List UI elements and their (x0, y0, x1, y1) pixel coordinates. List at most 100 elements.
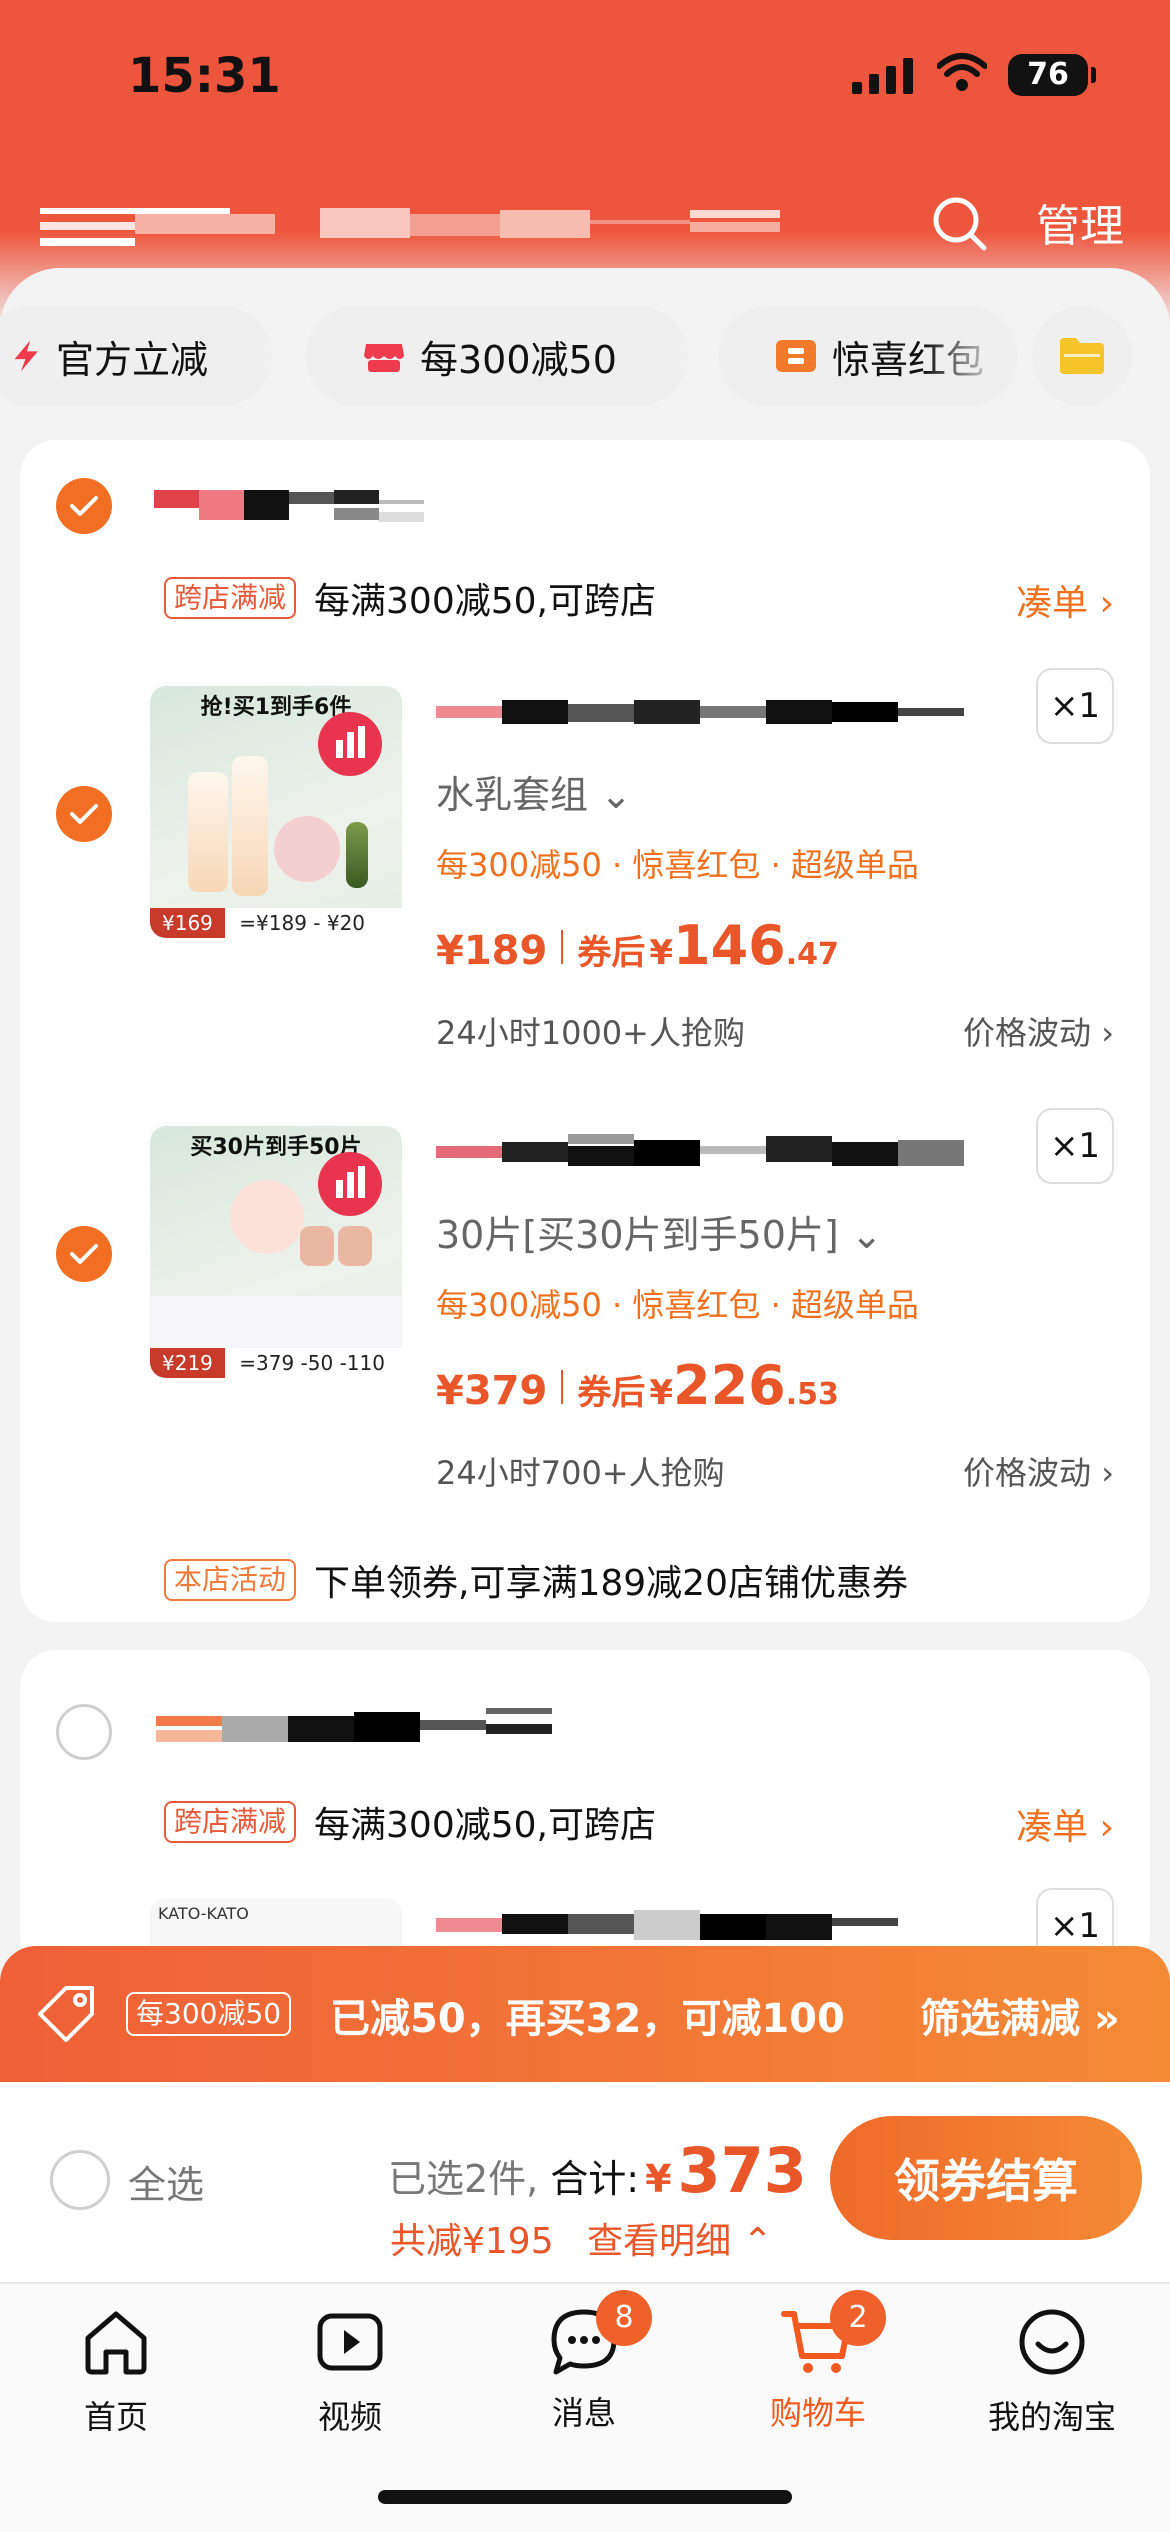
price-divider (561, 1370, 564, 1404)
coupon-price-label: 券后 (577, 933, 646, 973)
filter-chips: 官方立减 每300减50 惊喜红包 (0, 302, 1170, 412)
cart-item: 买30片到手50片 ¥219 =379 -50 -110 ×1 30片[买30片… (20, 1108, 1150, 1506)
status-time: 15:31 (128, 48, 281, 104)
total-label: 合计: (550, 2157, 640, 2201)
thumbnail-price: ¥219 (150, 1348, 225, 1378)
thumbnail-price: ¥169 (150, 908, 225, 938)
total-amount: 373 (677, 2134, 807, 2207)
tab-cart[interactable]: 2 购物车 (718, 2290, 918, 2454)
price-fluctuation-link[interactable]: 价格波动 › (963, 1008, 1114, 1054)
store-card: 跨店满减 每满300减50,可跨店 凑单 › KATO-KATO ×1 (20, 1650, 1150, 1978)
obscured-store-name[interactable] (156, 1706, 556, 1754)
product-pad-image (274, 816, 340, 882)
item-price: ¥189 (436, 928, 548, 974)
chip-official-discount[interactable]: 官方立减 (0, 306, 272, 406)
coupon-price-label: 券后 (577, 1373, 646, 1413)
price-divider (561, 930, 564, 964)
select-all-checkbox[interactable] (50, 2150, 110, 2210)
message-icon-wrapper: 8 (546, 2290, 652, 2380)
product-serum-image (346, 822, 368, 888)
thumbnail-price-bar: ¥169 =¥189 - ¥20 (150, 908, 402, 938)
obscured-store-name[interactable] (154, 482, 454, 530)
tab-label: 首页 (83, 2398, 148, 2436)
quantity-button[interactable]: ×1 (1036, 668, 1114, 744)
tab-home[interactable]: 首页 (16, 2304, 216, 2454)
add-on-link[interactable]: 凑单 › (1016, 574, 1114, 626)
checkmark-icon (70, 804, 98, 824)
tab-label: 消息 (551, 2394, 616, 2432)
banner-progress-text: 已减50，再买32，可减100 (330, 1996, 845, 2042)
checkout-button[interactable]: 领券结算 (830, 2116, 1142, 2240)
view-details-link[interactable]: 查看明细 ⌃ (587, 2221, 773, 2262)
coupon-price-decimal: .47 (785, 937, 839, 972)
checkout-bar: 全选 已选2件, 合计: ¥ 373 共减¥195 查看明细 ⌃ 领券结算 (0, 2082, 1170, 2282)
savings-amount: 共减¥195 (390, 2221, 554, 2262)
product-sachet-image (300, 1226, 334, 1266)
thumbnail-price-bar: ¥219 =379 -50 -110 (150, 1348, 402, 1378)
cart-item: 抢!买1到手6件 ¥169 =¥189 - ¥20 ×1 水乳套组 ⌄ 每300… (20, 668, 1150, 1066)
selected-count: 已选2件, (388, 2157, 539, 2201)
obscured-product-name[interactable] (436, 1904, 986, 1944)
item-checkbox[interactable] (56, 786, 112, 842)
chip-label: 每300减50 (420, 337, 617, 382)
thumbnail-brand: KATO-KATO (158, 1904, 249, 1923)
cross-store-promo-text: 每满300减50,可跨店 (314, 1805, 656, 1846)
chip-label: 官方立减 (56, 337, 209, 382)
video-icon (317, 2313, 383, 2371)
select-all-label[interactable]: 全选 (128, 2154, 204, 2209)
coupon-price-decimal: .53 (785, 1377, 839, 1412)
obscured-product-name[interactable] (436, 1132, 986, 1172)
selection-summary: 已选2件, 合计: ¥ 373 (388, 2134, 807, 2207)
profile-icon (1019, 2309, 1085, 2375)
store-activity-text: 下单领券,可享满189减20店铺优惠券 (314, 1563, 908, 1604)
product-thumbnail[interactable]: 买30片到手50片 ¥219 =379 -50 -110 (150, 1126, 402, 1378)
price-row: ¥189 券后 ¥ 146 .47 (436, 914, 839, 980)
store-awning-icon (364, 344, 404, 372)
store-checkbox[interactable] (56, 1704, 112, 1760)
tab-label: 购物车 (769, 2394, 866, 2432)
product-box-strip-image (150, 1296, 402, 1348)
cart-header: 管理 (0, 180, 1170, 280)
filter-full-discount-link[interactable]: 筛选满减 » (920, 1986, 1120, 2044)
chip-per-300-off-50[interactable]: 每300减50 (306, 306, 688, 406)
wifi-icon (937, 53, 987, 91)
savings-row: 共减¥195 查看明细 ⌃ (390, 2212, 773, 2264)
product-thumbnail[interactable]: 抢!买1到手6件 ¥169 =¥189 - ¥20 (150, 686, 402, 938)
lightning-icon (14, 340, 38, 372)
banner-promo-tag: 每300减50 (126, 1992, 292, 2036)
product-bottle-image (232, 756, 268, 896)
tab-my-taobao[interactable]: 我的淘宝 (952, 2304, 1152, 2454)
variant-selector[interactable]: 水乳套组 ⌄ (436, 764, 632, 819)
chip-surprise-red-envelope[interactable]: 惊喜红包 (718, 306, 1018, 406)
offer-tags: 每300减50 · 惊喜红包 · 超级单品 (436, 846, 919, 884)
price-fluctuation-link[interactable]: 价格波动 › (963, 1448, 1114, 1494)
product-sachet-image (338, 1226, 372, 1266)
manage-button[interactable]: 管理 (1036, 190, 1124, 254)
full-discount-banner[interactable]: 每300减50 已减50，再买32，可减100 筛选满减 » (0, 1946, 1170, 2082)
coupon-price-integer: 226 (673, 1354, 786, 1417)
variant-selector[interactable]: 30片[买30片到手50片] ⌄ (436, 1204, 883, 1259)
tab-video[interactable]: 视频 (250, 2304, 450, 2454)
tab-messages[interactable]: 8 消息 (484, 2290, 684, 2454)
obscured-product-name[interactable] (436, 692, 986, 732)
chip-more-button[interactable] (1032, 306, 1132, 406)
bar-chart-badge-icon (318, 1152, 382, 1216)
cart-badge: 2 (830, 2290, 886, 2346)
cross-store-promo-text: 每满300减50,可跨店 (314, 581, 656, 622)
obscured-title (40, 208, 780, 246)
home-icon (85, 2311, 147, 2375)
store-activity-row: 本店活动 下单领券,可享满189减20店铺优惠券 (164, 1552, 908, 1608)
quantity-button[interactable]: ×1 (1036, 1108, 1114, 1184)
price-row: ¥379 券后 ¥ 226 .53 (436, 1354, 839, 1420)
item-checkbox[interactable] (56, 1226, 112, 1282)
cellular-signal-icon (852, 58, 913, 94)
coupon-price-yen: ¥ (649, 933, 673, 973)
add-on-link[interactable]: 凑单 › (1016, 1798, 1114, 1850)
search-icon[interactable] (930, 194, 990, 254)
battery-indicator: 76 (1008, 54, 1096, 96)
home-indicator (378, 2490, 792, 2504)
price-tag-icon (38, 1986, 94, 2042)
thumbnail-calculation: =¥189 - ¥20 (239, 911, 366, 935)
status-bar: 15:31 76 (0, 0, 1170, 160)
store-checkbox[interactable] (56, 478, 112, 534)
